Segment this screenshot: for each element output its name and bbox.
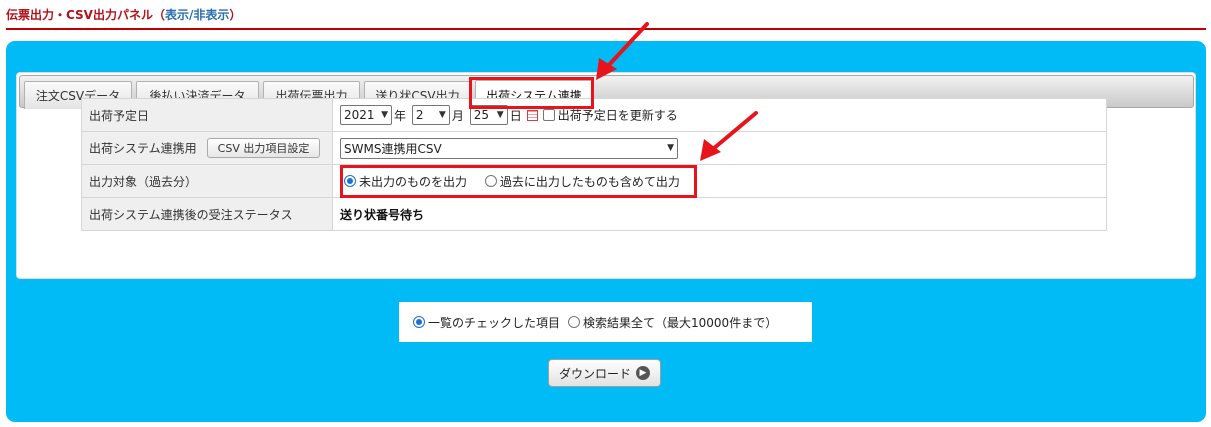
arrow-to-select	[700, 111, 758, 161]
arrow-to-tab	[596, 22, 649, 80]
annotation-arrows	[596, 22, 758, 161]
